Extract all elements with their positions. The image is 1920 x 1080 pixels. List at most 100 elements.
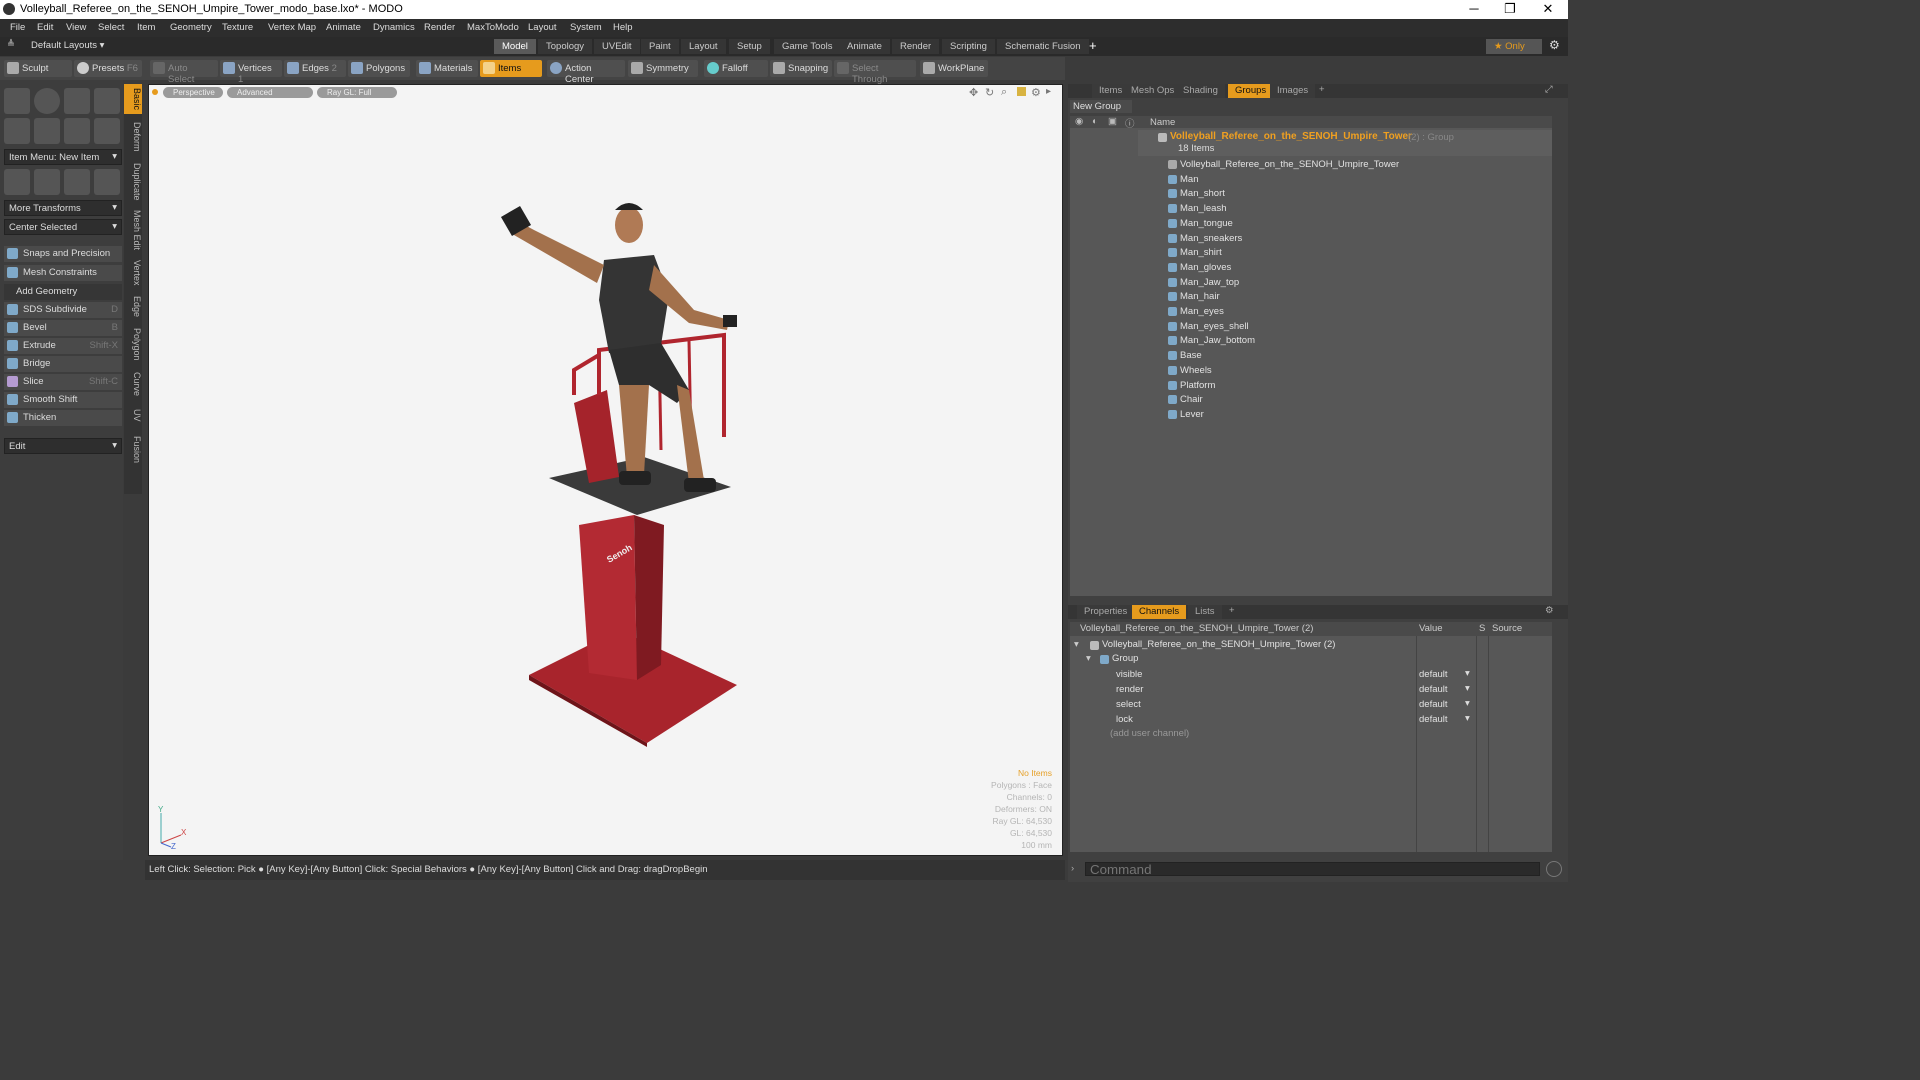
add-layout-button[interactable]: + xyxy=(1089,38,1097,53)
scale-icon[interactable] xyxy=(64,169,90,195)
tab-properties[interactable]: Properties xyxy=(1077,605,1135,619)
channel-row-visible[interactable]: visible default ▾ xyxy=(1070,668,1552,682)
select-through-button[interactable]: Select Through xyxy=(834,60,916,85)
command-input[interactable] xyxy=(1085,862,1540,876)
cube-icon[interactable] xyxy=(4,88,30,114)
list-item[interactable]: Wheels xyxy=(1160,364,1644,378)
list-item[interactable]: Man xyxy=(1160,173,1644,187)
only-toggle[interactable]: ★ Only xyxy=(1486,39,1542,54)
cylinder-icon[interactable] xyxy=(64,88,90,114)
list-item[interactable]: Man_tongue xyxy=(1160,217,1644,231)
3d-viewport[interactable]: Perspective Advanced Ray GL: Full ✥ ↻ ⌕ … xyxy=(148,84,1063,856)
list-item[interactable]: Man_short xyxy=(1160,187,1644,201)
expand-arrow-icon[interactable]: ▾ xyxy=(1086,653,1091,664)
tab-schematic-fusion[interactable]: Schematic Fusion xyxy=(997,39,1089,54)
list-item[interactable]: Volleyball_Referee_on_the_SENOH_Umpire_T… xyxy=(1160,158,1644,172)
list-item[interactable]: Man_leash xyxy=(1160,202,1644,216)
polygons-button[interactable]: Polygons xyxy=(348,60,410,77)
list-item[interactable]: Chair xyxy=(1160,393,1644,407)
vtab-fusion[interactable]: Fusion xyxy=(124,432,142,468)
tab-setup[interactable]: Setup xyxy=(729,39,770,54)
tab-topology[interactable]: Topology xyxy=(538,39,593,54)
lock-icon[interactable]: ▣ xyxy=(1108,116,1117,127)
mesh-constraints-button[interactable]: Mesh Constraints xyxy=(4,265,122,281)
sculpt-button[interactable]: Sculpt xyxy=(4,60,72,77)
channel-value[interactable]: default xyxy=(1419,699,1448,710)
menu-geometry[interactable]: Geometry xyxy=(170,22,212,33)
minimize-button[interactable]: ─ xyxy=(1456,1,1492,16)
edges-button[interactable]: Edges 2 xyxy=(284,60,346,77)
vtab-uv[interactable]: UV xyxy=(124,404,142,426)
new-group-button[interactable]: New Group xyxy=(1070,100,1132,113)
text-tool-icon[interactable] xyxy=(94,118,120,144)
expand-icon[interactable]: ⤢ xyxy=(1545,84,1553,95)
list-item[interactable]: Man_Jaw_top xyxy=(1160,276,1644,290)
vtab-deform[interactable]: Deform xyxy=(124,118,142,156)
rotate-icon[interactable] xyxy=(34,169,60,195)
sds-subdivide-button[interactable]: SDS Subdivide D xyxy=(4,302,122,318)
slice-button[interactable]: Slice Shift-C xyxy=(4,374,122,390)
channel-value[interactable]: default xyxy=(1419,684,1448,695)
expand-arrow-icon[interactable]: ▾ xyxy=(1074,639,1079,650)
workplane-button[interactable]: WorkPlane xyxy=(920,60,988,77)
menu-view[interactable]: View xyxy=(66,22,86,33)
list-item[interactable]: Man_shirt xyxy=(1160,246,1644,260)
menu-edit[interactable]: Edit xyxy=(37,22,53,33)
menu-render[interactable]: Render xyxy=(424,22,455,33)
cone-icon[interactable] xyxy=(94,88,120,114)
chevron-down-icon[interactable]: ▾ xyxy=(1465,713,1470,724)
list-item[interactable]: Lever xyxy=(1160,408,1644,422)
menu-animate[interactable]: Animate xyxy=(326,22,361,33)
list-item[interactable]: Man_sneakers xyxy=(1160,232,1644,246)
auto-select-button[interactable]: Auto Select xyxy=(150,60,218,85)
channel-value[interactable]: default xyxy=(1419,669,1448,680)
tab-paint[interactable]: Paint xyxy=(641,39,679,54)
bevel-button[interactable]: Bevel B xyxy=(4,320,122,336)
close-button[interactable]: ✕ xyxy=(1530,1,1566,17)
sphere-icon[interactable] xyxy=(34,88,60,114)
chevron-down-icon[interactable]: ▾ xyxy=(1465,698,1470,709)
list-item[interactable]: Platform xyxy=(1160,379,1644,393)
center-selected-dropdown[interactable]: Center Selected xyxy=(4,219,122,235)
tab-animate[interactable]: Animate xyxy=(839,39,890,54)
transform-icon[interactable] xyxy=(94,169,120,195)
gear-icon[interactable]: ⚙ xyxy=(1549,38,1560,52)
snaps-precision-button[interactable]: Snaps and Precision xyxy=(4,246,122,262)
vtab-curve[interactable]: Curve xyxy=(124,368,142,400)
edit-dropdown[interactable]: Edit xyxy=(4,438,122,454)
vtab-edge[interactable]: Edge xyxy=(124,294,142,320)
tab-mesh-ops[interactable]: Mesh Ops xyxy=(1124,84,1182,98)
eye-icon[interactable]: ◉ xyxy=(1075,116,1083,127)
action-center-button[interactable]: Action Center xyxy=(547,60,625,85)
bridge-button[interactable]: Bridge xyxy=(4,356,122,372)
menu-maxtomodo[interactable]: MaxToModo xyxy=(467,22,519,33)
list-item[interactable]: Man_hair xyxy=(1160,290,1644,304)
extrude-button[interactable]: Extrude Shift-X xyxy=(4,338,122,354)
torus-icon[interactable] xyxy=(4,118,30,144)
chevron-down-icon[interactable]: ▾ xyxy=(1465,683,1470,694)
list-item[interactable]: Man_eyes xyxy=(1160,305,1644,319)
tab-scripting[interactable]: Scripting xyxy=(942,39,995,54)
tab-images[interactable]: Images xyxy=(1270,84,1316,98)
tab-layout[interactable]: Layout xyxy=(681,39,726,54)
menu-help[interactable]: Help xyxy=(613,22,633,33)
tab-uvedit[interactable]: UVEdit xyxy=(594,39,640,54)
collapse-icon[interactable]: ≜ xyxy=(7,39,15,50)
add-tab-button[interactable]: + xyxy=(1319,84,1325,95)
add-geometry-section[interactable]: Add Geometry xyxy=(4,284,122,300)
tab-render[interactable]: Render xyxy=(892,39,940,54)
channel-row-lock[interactable]: lock default ▾ xyxy=(1070,713,1552,727)
capsule-icon[interactable] xyxy=(34,118,60,144)
vtab-vertex[interactable]: Vertex xyxy=(124,256,142,290)
thicken-button[interactable]: Thicken xyxy=(4,410,122,426)
symmetry-button[interactable]: Symmetry xyxy=(628,60,698,77)
snapping-button[interactable]: Snapping xyxy=(770,60,832,77)
menu-dynamics[interactable]: Dynamics xyxy=(373,22,415,33)
vtab-basic[interactable]: Basic xyxy=(124,84,142,114)
tab-model[interactable]: Model xyxy=(494,39,536,54)
falloff-button[interactable]: Falloff xyxy=(704,60,768,77)
channels-settings-icon[interactable]: ⚙ xyxy=(1545,605,1554,616)
smooth-shift-button[interactable]: Smooth Shift xyxy=(4,392,122,408)
vtab-polygon[interactable]: Polygon xyxy=(124,324,142,364)
list-item[interactable]: Man_Jaw_bottom xyxy=(1160,334,1644,348)
